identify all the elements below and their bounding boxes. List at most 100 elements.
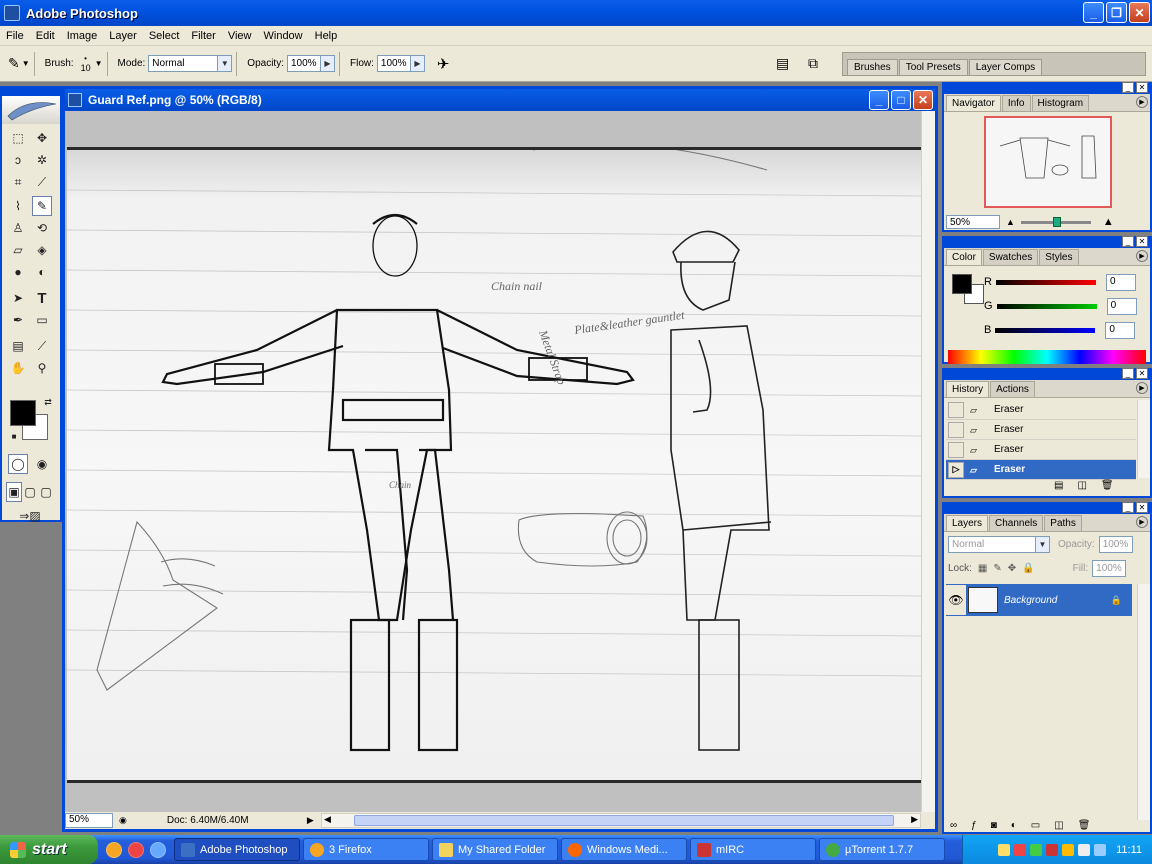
dodge-tool-icon[interactable]: ◐ — [32, 262, 52, 282]
history-minimize-button[interactable]: _ — [1122, 368, 1134, 379]
paint-bucket-tool-icon[interactable]: ◈ — [32, 240, 52, 260]
tray-icon[interactable] — [1030, 843, 1043, 856]
tray-icon[interactable] — [1046, 843, 1059, 856]
type-tool-icon[interactable]: T — [32, 288, 52, 308]
full-screen-mode-icon[interactable]: ▢ — [38, 482, 54, 502]
history-item[interactable]: ▱ Eraser — [946, 400, 1136, 420]
history-item[interactable]: ▱ Eraser — [946, 420, 1136, 440]
firefox-quicklaunch-icon[interactable] — [106, 841, 122, 858]
tab-history[interactable]: History — [946, 381, 990, 397]
clock[interactable]: 11:11 — [1116, 844, 1142, 856]
navigator-minimize-button[interactable]: _ — [1122, 82, 1134, 93]
blur-tool-icon[interactable]: ● — [8, 262, 28, 282]
move-tool-icon[interactable]: ✥ — [32, 128, 52, 148]
flow-slider-icon[interactable]: ▶ — [410, 55, 425, 72]
flow-input[interactable]: 100% — [376, 55, 411, 72]
clone-stamp-tool-icon[interactable]: ♙ — [8, 218, 28, 238]
default-colors-icon[interactable]: ■ — [4, 426, 24, 446]
media-quicklaunch-icon[interactable] — [128, 841, 144, 858]
ie-quicklaunch-icon[interactable] — [150, 841, 166, 858]
horizontal-scrollbar[interactable]: ◀ ▶ — [321, 813, 921, 828]
document-title-bar[interactable]: Guard Ref.png @ 50% (RGB/8) _ □ ✕ — [65, 89, 935, 111]
lasso-tool-icon[interactable]: ↄ — [8, 150, 28, 170]
menu-select[interactable]: Select — [143, 30, 186, 42]
well-tab-brushes[interactable]: Brushes — [847, 59, 898, 75]
start-button[interactable]: start — [0, 835, 98, 864]
lock-transparency-icon[interactable]: ▦ — [978, 563, 987, 574]
layers-close-button[interactable]: ✕ — [1136, 502, 1148, 513]
tab-actions[interactable]: Actions — [990, 381, 1035, 397]
zoom-slider-thumb[interactable] — [1052, 216, 1061, 227]
zoom-out-icon[interactable]: ▲ — [1006, 217, 1015, 227]
delete-state-icon[interactable]: 🗑 — [1101, 480, 1114, 491]
navigator-close-button[interactable]: ✕ — [1136, 82, 1148, 93]
path-selection-tool-icon[interactable]: ➤ — [8, 288, 28, 308]
task-windows-media[interactable]: Windows Medi... — [561, 838, 687, 861]
zoom-level-field[interactable]: 50% — [65, 813, 113, 828]
menu-window[interactable]: Window — [258, 30, 309, 42]
menu-layer[interactable]: Layer — [103, 30, 143, 42]
tab-paths[interactable]: Paths — [1044, 515, 1082, 531]
history-close-button[interactable]: ✕ — [1136, 368, 1148, 379]
task-mirc[interactable]: mIRC — [690, 838, 816, 861]
full-screen-menu-mode-icon[interactable]: ▢ — [22, 482, 38, 502]
task-shared-folder[interactable]: My Shared Folder — [432, 838, 558, 861]
tab-layers[interactable]: Layers — [946, 515, 989, 531]
tab-histogram[interactable]: Histogram — [1031, 95, 1090, 111]
horizontal-scroll-thumb[interactable] — [354, 815, 894, 826]
vertical-scrollbar[interactable] — [921, 111, 935, 818]
task-photoshop[interactable]: Adobe Photoshop — [174, 838, 300, 861]
slice-tool-icon[interactable]: ⟋ — [32, 172, 52, 192]
volume-tray-icon[interactable] — [1094, 843, 1107, 856]
layer-opacity-input[interactable]: 100% — [1098, 536, 1133, 553]
foreground-color-swatch[interactable] — [10, 400, 36, 426]
channel-r-slider[interactable] — [995, 279, 1096, 285]
lock-all-icon[interactable]: 🔒 — [1022, 563, 1034, 574]
navigator-zoom-field[interactable]: 50% — [946, 215, 1000, 229]
layers-scrollbar[interactable] — [1137, 584, 1150, 820]
tray-icon[interactable] — [1014, 843, 1027, 856]
eyedropper-tool-icon[interactable]: ⟋ — [32, 336, 52, 356]
mode-dropdown-icon[interactable]: ▼ — [218, 55, 233, 72]
mode-select[interactable]: Normal — [148, 55, 219, 72]
menu-help[interactable]: Help — [309, 30, 344, 42]
channel-g-slider[interactable] — [996, 303, 1097, 309]
menu-edit[interactable]: Edit — [30, 30, 61, 42]
history-snapshot-checkbox[interactable] — [948, 421, 964, 438]
opacity-slider-icon[interactable]: ▶ — [320, 55, 335, 72]
status-arrow-icon[interactable]: ▶ — [307, 815, 314, 826]
task-firefox[interactable]: 3 Firefox — [303, 838, 429, 861]
history-snapshot-checkbox[interactable] — [948, 401, 964, 418]
history-scrollbar[interactable] — [1137, 400, 1150, 478]
color-fg-swatch[interactable] — [952, 274, 972, 294]
history-state-marker-icon[interactable]: ▷ — [948, 461, 964, 478]
menu-file[interactable]: File — [0, 30, 30, 42]
pen-tool-icon[interactable]: ✒ — [8, 310, 28, 330]
tab-color[interactable]: Color — [946, 249, 982, 265]
link-layers-icon[interactable]: ∞ — [950, 820, 957, 831]
zoom-in-icon[interactable]: ▲ — [1103, 216, 1114, 228]
minimize-button[interactable]: _ — [1083, 2, 1104, 23]
tab-styles[interactable]: Styles — [1039, 249, 1079, 265]
doc-maximize-button[interactable]: □ — [891, 90, 911, 110]
file-browser-icon[interactable]: ▤ — [776, 55, 789, 72]
channel-b-slider[interactable] — [995, 327, 1096, 333]
lock-position-icon[interactable]: ✥ — [1008, 563, 1016, 574]
canvas-area[interactable]: Chain nail Metal Strap Plate&leather gau… — [65, 111, 921, 818]
channel-b-input[interactable]: 0 — [1105, 321, 1136, 339]
palette-well-icon[interactable]: ⧉ — [808, 55, 818, 72]
history-menu-icon[interactable]: ▶ — [1136, 382, 1148, 394]
menu-view[interactable]: View — [222, 30, 258, 42]
opacity-input[interactable]: 100% — [286, 55, 321, 72]
standard-screen-mode-icon[interactable]: ▣ — [6, 482, 22, 502]
brush-tool-preset-icon[interactable]: ✎ — [8, 55, 20, 72]
healing-brush-tool-icon[interactable]: ⌇ — [8, 196, 28, 216]
new-layer-icon[interactable]: ◫ — [1054, 820, 1063, 831]
eraser-tool-icon[interactable]: ▱ — [8, 240, 28, 260]
history-snapshot-checkbox[interactable] — [948, 441, 964, 458]
tab-channels[interactable]: Channels — [989, 515, 1044, 531]
tool-preset-arrow-icon[interactable]: ▼ — [22, 59, 30, 68]
marquee-tool-icon[interactable]: ⬚ — [8, 128, 28, 148]
tab-navigator[interactable]: Navigator — [946, 95, 1001, 111]
color-close-button[interactable]: ✕ — [1136, 236, 1148, 247]
